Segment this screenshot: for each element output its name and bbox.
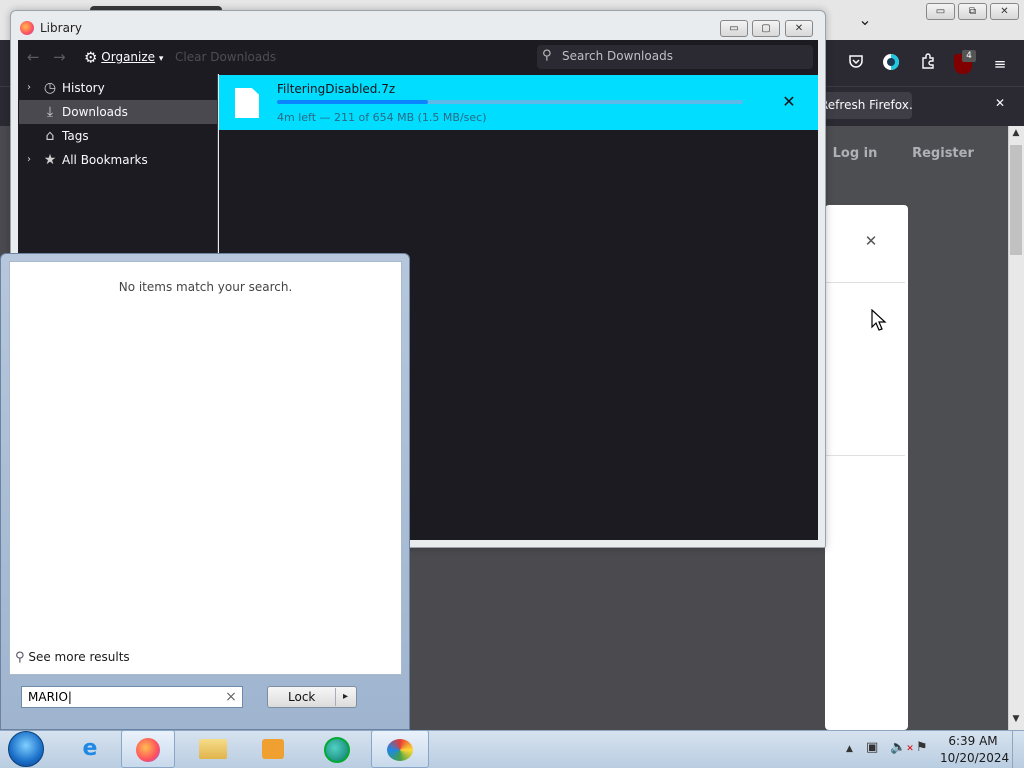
- show-desktop-button[interactable]: [1012, 731, 1024, 768]
- modal-dialog: [825, 205, 908, 730]
- firefox-logo-icon: [20, 21, 34, 35]
- forward-arrow-icon[interactable]: →: [53, 48, 69, 66]
- download-progress-fill: [277, 100, 428, 104]
- see-more-label: See more results: [28, 650, 130, 664]
- organize-label: Organize: [101, 50, 156, 64]
- extensions-puzzle-icon[interactable]: [916, 52, 940, 76]
- lock-label: Lock: [288, 690, 316, 704]
- refresh-firefox-button[interactable]: Refresh Firefox…: [812, 92, 912, 119]
- tag-icon: ⌂: [45, 128, 55, 144]
- download-progress-bar: [277, 100, 743, 104]
- media-player-icon[interactable]: [246, 730, 300, 768]
- mouse-cursor-icon: [871, 308, 887, 334]
- scrollbar-thumb[interactable]: [1010, 145, 1022, 255]
- see-more-results-link[interactable]: ⚲ See more results: [15, 650, 130, 668]
- search-text: MARIO: [28, 690, 68, 704]
- clear-search-icon[interactable]: ×: [224, 689, 238, 705]
- internet-explorer-icon[interactable]: e: [63, 730, 117, 768]
- login-button[interactable]: Log in: [828, 141, 882, 167]
- scroll-up-arrow-icon[interactable]: ▲: [1010, 128, 1022, 140]
- library-maximize-button[interactable]: ▢: [752, 20, 780, 37]
- download-icon: ⤓: [46, 104, 54, 120]
- firefox-restore-button[interactable]: ⧉: [958, 3, 987, 20]
- lock-button[interactable]: Lock ▸: [267, 686, 357, 708]
- library-minimize-button[interactable]: ▭: [720, 20, 748, 37]
- ublock-badge: 4: [962, 50, 976, 62]
- clock-time[interactable]: 6:39 AM: [942, 734, 1004, 748]
- text-cursor: |: [67, 690, 72, 704]
- firefox-taskbar-icon[interactable]: [121, 730, 175, 768]
- hamburger-menu-icon[interactable]: ≡: [988, 52, 1012, 76]
- chevron-down-icon: ▾: [158, 54, 164, 64]
- magnifier-icon: ⚲: [15, 650, 25, 665]
- paint-icon[interactable]: [371, 730, 429, 768]
- download-filename: FilteringDisabled.7z: [277, 82, 396, 96]
- star-icon: ★: [43, 152, 57, 168]
- no-results-message: No items match your search.: [118, 280, 293, 294]
- scroll-down-arrow-icon[interactable]: ▼: [1010, 714, 1022, 726]
- library-title: Library: [40, 21, 82, 35]
- action-center-flag-icon[interactable]: ⚑: [916, 740, 928, 755]
- clock-icon: ◷: [43, 80, 57, 96]
- start-orb-icon[interactable]: [8, 731, 44, 767]
- file-icon: [235, 88, 259, 118]
- show-hidden-icons-arrow-icon[interactable]: ▲: [846, 744, 853, 754]
- start-menu-results-pane: [9, 261, 402, 675]
- tabs-dropdown-button[interactable]: ⌄: [855, 10, 875, 30]
- search-icon: ⚲: [542, 48, 552, 63]
- lock-options-arrow-icon[interactable]: ▸: [335, 688, 355, 706]
- app-green-icon[interactable]: [310, 730, 364, 768]
- notification-close-icon[interactable]: ✕: [992, 96, 1008, 112]
- network-icon[interactable]: ▣: [866, 740, 878, 755]
- vpn-extension-icon[interactable]: [879, 52, 903, 76]
- volume-muted-icon[interactable]: 🔈✕: [890, 740, 914, 755]
- expander-arrow-icon[interactable]: ›: [27, 148, 37, 172]
- start-search-input[interactable]: MARIO|: [21, 686, 243, 708]
- back-arrow-icon[interactable]: ←: [27, 48, 43, 66]
- firefox-minimize-button[interactable]: ▭: [926, 3, 955, 20]
- clear-downloads-button[interactable]: Clear Downloads: [175, 47, 276, 67]
- dialog-close-icon[interactable]: ✕: [861, 232, 881, 252]
- search-downloads-input[interactable]: ⚲ Search Downloads: [537, 45, 813, 69]
- search-placeholder: Search Downloads: [562, 49, 673, 63]
- organize-menu-button[interactable]: ⚙ Organize ▾: [84, 47, 164, 67]
- pocket-icon[interactable]: [844, 52, 868, 76]
- firefox-close-button[interactable]: ✕: [990, 3, 1019, 20]
- file-explorer-icon[interactable]: [186, 730, 240, 768]
- download-status: 4m left — 211 of 654 MB (1.5 MB/sec): [277, 111, 487, 124]
- expander-arrow-icon[interactable]: ›: [27, 76, 37, 100]
- clock-date[interactable]: 10/20/2024: [940, 751, 1009, 765]
- dialog-divider: [825, 455, 905, 456]
- dialog-divider: [825, 282, 905, 283]
- register-button[interactable]: Register: [898, 141, 988, 167]
- gear-icon: ⚙: [84, 48, 98, 67]
- library-close-button[interactable]: ✕: [785, 20, 813, 37]
- cancel-download-icon[interactable]: ✕: [778, 92, 800, 114]
